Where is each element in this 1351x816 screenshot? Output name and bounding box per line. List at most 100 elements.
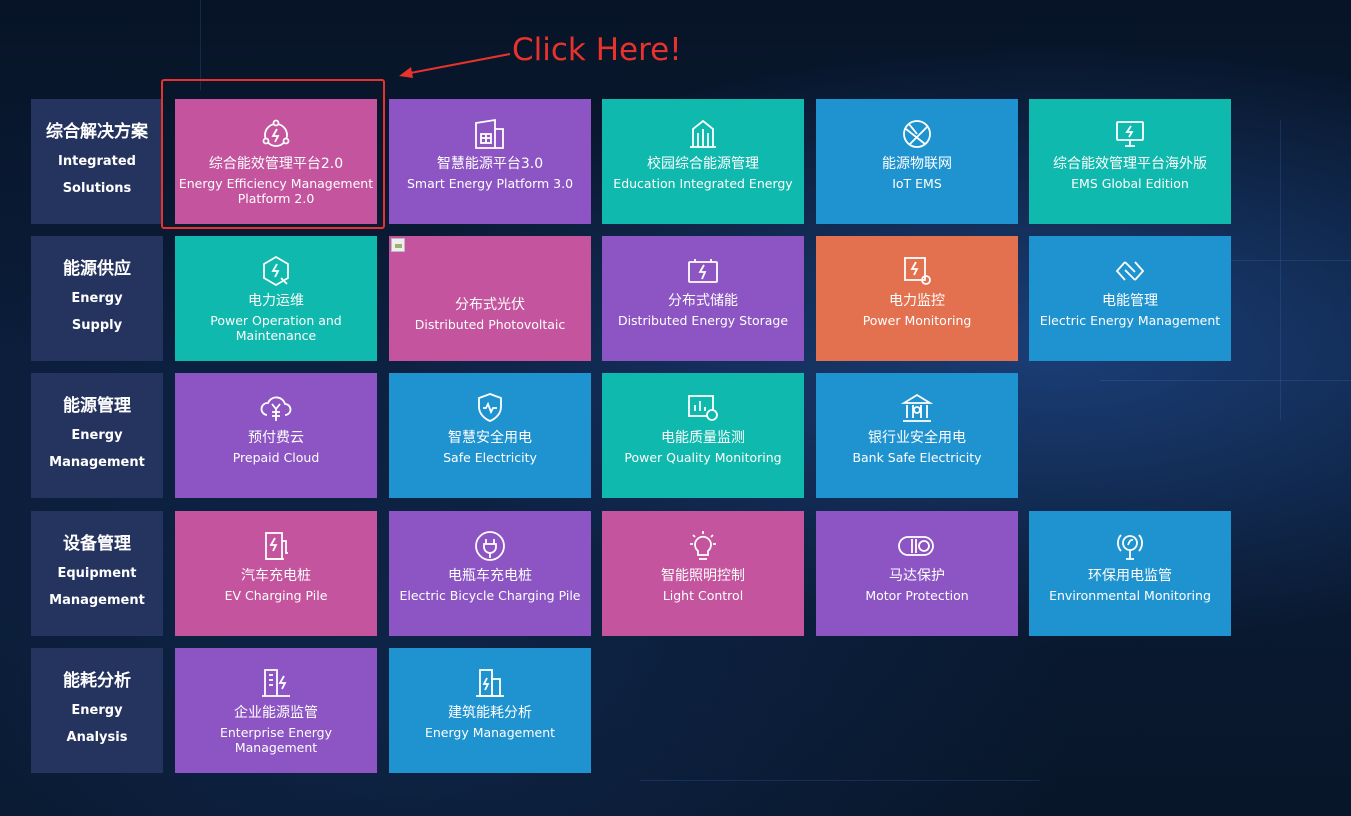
energy-circle-icon [262,119,290,147]
category-subtitle: Energy [71,290,123,306]
plug-icon [475,531,505,561]
category-energy-analysis: 能耗分析 Energy Analysis [31,648,163,773]
bank-icon [900,393,934,422]
tile-enterprise-energy[interactable]: 企业能源监管 Enterprise Energy Management [175,648,377,773]
category-subtitle: Management [49,454,145,470]
battery-storage-icon [688,259,718,283]
category-subtitle: Integrated [58,153,136,169]
category-title: 能源供应 [63,258,131,279]
category-integrated-solutions: 综合解决方案 Integrated Solutions [31,99,163,224]
tile-subtitle: Smart Energy Platform 3.0 [406,176,574,191]
light-bulb-icon [690,531,716,560]
tile-title: 分布式光伏 [455,297,525,313]
tile-subtitle: Distributed Photovoltaic [414,317,566,332]
tile-ev-charging[interactable]: 汽车充电桩 EV Charging Pile [175,511,377,636]
tile-subtitle: Motor Protection [865,588,969,603]
category-energy-supply: 能源供应 Energy Supply [31,236,163,361]
tile-power-monitoring[interactable]: 电力监控 Power Monitoring [816,236,1018,361]
tile-title: 智慧安全用电 [448,430,532,446]
tile-subtitle: Power Monitoring [862,313,972,328]
background-line [1100,380,1351,381]
category-subtitle: Analysis [66,729,128,745]
tile-title: 建筑能耗分析 [448,705,532,721]
electric-management-icon [1115,261,1145,281]
category-title: 能源管理 [63,395,131,416]
tile-subtitle: Power Operation and Maintenance [210,313,342,343]
tile-subtitle: Electric Bicycle Charging Pile [399,588,581,603]
motor-icon [898,536,934,556]
power-monitor-icon [904,257,931,285]
category-subtitle: Equipment [57,565,137,581]
broken-image-icon [391,238,405,252]
tile-title: 电力运维 [248,293,304,309]
tile-subtitle: Safe Electricity [443,450,537,465]
tile-title: 智慧能源平台3.0 [436,156,544,172]
tile-title: 分布式储能 [668,293,738,309]
tile-subtitle: Electric Energy Management [1039,313,1221,328]
tile-energy-efficiency-platform[interactable]: 综合能效管理平台2.0 Energy Efficiency Management… [175,99,377,224]
tile-title: 企业能源监管 [234,705,318,721]
tile-building-energy[interactable]: 建筑能耗分析 Energy Management [389,648,591,773]
monitor-energy-icon [1116,121,1144,147]
background-line [200,0,201,90]
tile-subtitle: Education Integrated Energy [613,176,793,191]
category-subtitle: Solutions [62,180,132,196]
safety-shield-icon [478,393,502,422]
category-subtitle: Supply [71,317,123,333]
tile-light-control[interactable]: 智能照明控制 Light Control [602,511,804,636]
tile-title: 综合能效管理平台2.0 [208,156,344,172]
tile-subtitle: Light Control [662,588,744,603]
tile-subtitle: EV Charging Pile [224,588,328,603]
tile-iot-ems[interactable]: 能源物联网 IoT EMS [816,99,1018,224]
tile-title: 电力监控 [889,293,945,309]
tile-distributed-storage[interactable]: 分布式储能 Distributed Energy Storage [602,236,804,361]
eco-monitor-icon [1117,534,1143,560]
tile-safe-electricity[interactable]: 智慧安全用电 Safe Electricity [389,373,591,498]
tile-electric-management[interactable]: 电能管理 Electric Energy Management [1029,236,1231,361]
tile-education-energy[interactable]: 校园综合能源管理 Education Integrated Energy [602,99,804,224]
category-subtitle: Management [49,592,145,608]
tile-title: 能源物联网 [882,156,952,172]
background-line [640,780,1040,781]
tile-title: 环保用电监管 [1088,568,1172,584]
category-subtitle: Energy [71,427,123,443]
building-energy-icon [476,669,504,697]
tile-ems-global[interactable]: 综合能效管理平台海外版 EMS Global Edition [1029,99,1231,224]
tile-subtitle: Energy Efficiency Management Platform 2.… [178,176,374,206]
tile-distributed-photovoltaic[interactable]: 分布式光伏 Distributed Photovoltaic [389,236,591,361]
tile-prepaid-cloud[interactable]: 预付费云 Prepaid Cloud [175,373,377,498]
category-title: 能耗分析 [63,670,131,691]
tile-title: 马达保护 [889,568,945,584]
tile-subtitle: Energy Management [424,725,556,740]
background-line [1280,120,1281,420]
tile-title: 汽车充电桩 [241,568,311,584]
tile-motor-protection[interactable]: 马达保护 Motor Protection [816,511,1018,636]
category-energy-management: 能源管理 Energy Management [31,373,163,498]
tile-environmental-monitoring[interactable]: 环保用电监管 Environmental Monitoring [1029,511,1231,636]
quality-chart-icon [688,395,718,421]
tile-title: 电能质量监测 [661,430,745,446]
tile-bank-safe-electricity[interactable]: 银行业安全用电 Bank Safe Electricity [816,373,1018,498]
category-subtitle: Energy [71,702,123,718]
tile-title: 智能照明控制 [661,568,745,584]
campus-building-icon [690,119,716,148]
tile-subtitle: IoT EMS [892,176,942,191]
category-title: 综合解决方案 [46,121,148,142]
annotation-arrow-icon [399,53,511,78]
category-title: 设备管理 [63,533,131,554]
category-equipment-management: 设备管理 Equipment Management [31,511,163,636]
tile-title: 校园综合能源管理 [647,156,759,172]
tile-subtitle: Bank Safe Electricity [852,450,982,465]
tile-power-operation[interactable]: 电力运维 Power Operation and Maintenance [175,236,377,361]
click-here-annotation: Click Here! [512,32,682,68]
iot-network-icon [903,120,931,148]
tile-ebike-charging[interactable]: 电瓶车充电桩 Electric Bicycle Charging Pile [389,511,591,636]
background-line [1230,260,1351,261]
tile-subtitle: Enterprise Energy Management [219,725,333,755]
tile-title: 电瓶车充电桩 [448,568,532,584]
tile-power-quality[interactable]: 电能质量监测 Power Quality Monitoring [602,373,804,498]
tile-subtitle: Prepaid Cloud [232,450,320,465]
tile-smart-energy-platform[interactable]: 智慧能源平台3.0 Smart Energy Platform 3.0 [389,99,591,224]
tile-title: 综合能效管理平台海外版 [1053,156,1207,172]
tile-subtitle: Distributed Energy Storage [617,313,789,328]
